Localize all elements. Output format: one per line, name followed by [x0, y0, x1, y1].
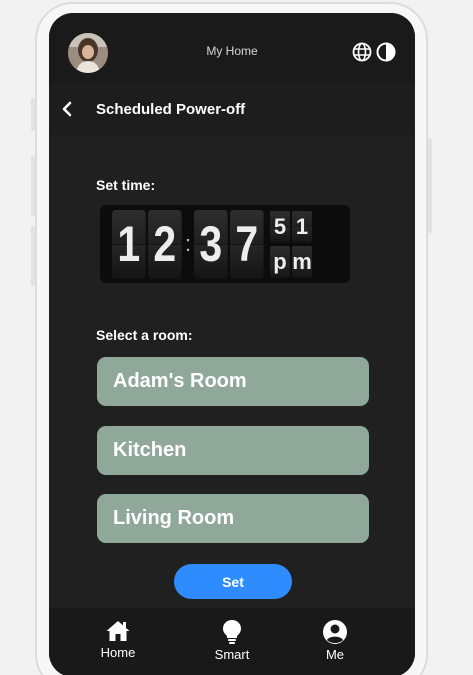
- select-room-label: Select a room:: [96, 327, 193, 343]
- second-ones-digit: 1: [292, 210, 312, 243]
- room-button-living-room[interactable]: Living Room: [97, 494, 369, 543]
- user-circle-icon: [305, 619, 365, 645]
- nav-label-home: Home: [100, 645, 136, 660]
- page-title: Scheduled Power-off: [96, 101, 246, 118]
- minute-tens-digit: 3: [194, 209, 228, 279]
- room-button-kitchen[interactable]: Kitchen: [97, 426, 369, 475]
- phone-side-button: [31, 156, 35, 216]
- app-header: My Home: [49, 13, 415, 83]
- lightbulb-icon: [202, 619, 262, 645]
- time-picker[interactable]: 1 2 : 3 7 5 1 p m: [100, 205, 350, 283]
- nav-item-home[interactable]: Home: [88, 619, 148, 660]
- time-separator: :: [184, 231, 192, 256]
- app-screen: My Home Scheduled Power-off Set time: 1 …: [49, 13, 415, 675]
- globe-icon[interactable]: [352, 42, 372, 62]
- phone-side-button: [31, 98, 35, 131]
- bottom-nav: Home Smart Me: [49, 608, 415, 675]
- phone-side-button: [31, 226, 35, 286]
- room-button-adams-room[interactable]: Adam's Room: [97, 357, 369, 406]
- contrast-icon[interactable]: [376, 42, 396, 62]
- hour-tens-digit: 1: [112, 209, 146, 279]
- second-tens-digit: 5: [270, 210, 290, 243]
- phone-side-button: [428, 138, 432, 233]
- nav-label-me: Me: [325, 647, 345, 662]
- seconds-ampm-stack: 5 1 p m: [270, 210, 312, 278]
- set-button[interactable]: Set: [174, 564, 292, 599]
- nav-item-smart[interactable]: Smart: [202, 619, 262, 662]
- nav-label-smart: Smart: [214, 647, 250, 662]
- home-icon: [88, 619, 148, 643]
- ampm-first-letter: p: [270, 245, 290, 278]
- set-time-label: Set time:: [96, 177, 156, 193]
- nav-item-me[interactable]: Me: [305, 619, 365, 662]
- ampm-second-letter: m: [292, 245, 312, 278]
- chevron-left-icon[interactable]: [61, 101, 75, 117]
- minute-ones-digit: 7: [230, 209, 264, 279]
- hour-ones-digit: 2: [148, 209, 182, 279]
